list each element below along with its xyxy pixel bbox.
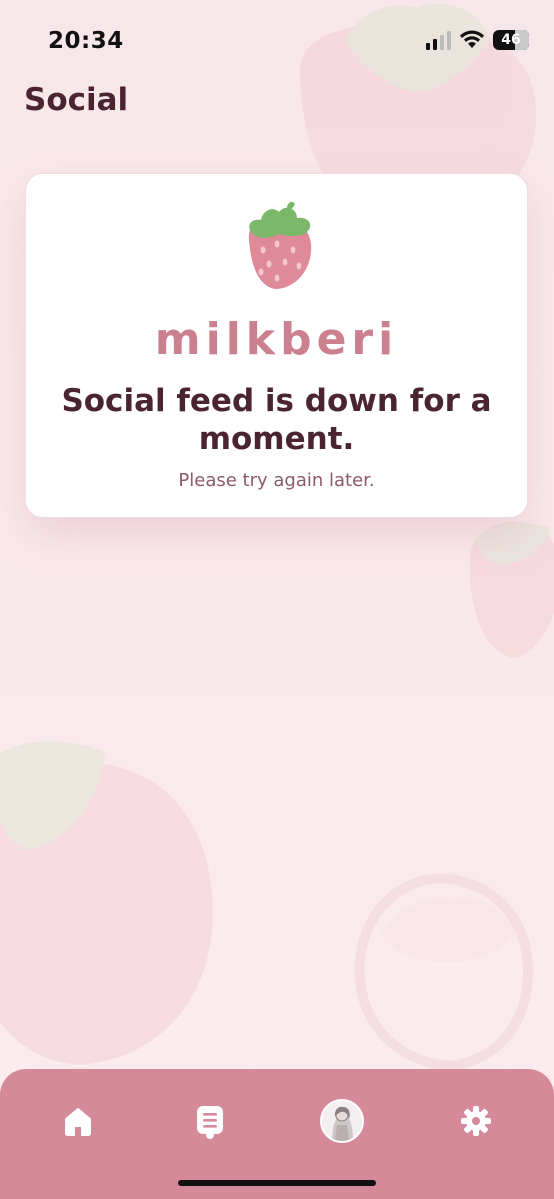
- battery-icon: 46: [493, 30, 529, 50]
- tab-settings[interactable]: [446, 1091, 506, 1151]
- gear-icon: [461, 1106, 491, 1136]
- avatar: [320, 1099, 364, 1143]
- error-subtitle: Please try again later.: [178, 470, 375, 491]
- battery-level: 46: [501, 32, 521, 48]
- tab-profile[interactable]: [312, 1091, 372, 1151]
- active-tab-indicator: [206, 1131, 214, 1139]
- brand-logo-text: milkberi: [154, 314, 399, 365]
- home-icon: [65, 1108, 91, 1136]
- bottom-tab-bar: [0, 1069, 554, 1199]
- strawberry-logo-icon: [248, 201, 312, 289]
- tab-home[interactable]: [48, 1091, 108, 1151]
- status-bar: 20:34 46: [0, 0, 554, 80]
- page-title: Social: [24, 82, 129, 118]
- status-time: 20:34: [48, 28, 124, 54]
- error-title: Social feed is down for a moment.: [61, 383, 492, 457]
- cellular-signal-icon: [426, 30, 451, 50]
- error-card: milkberi Social feed is down for a momen…: [25, 173, 528, 518]
- home-indicator[interactable]: [178, 1180, 376, 1186]
- wifi-icon: [460, 30, 484, 48]
- status-icons: 46: [426, 30, 529, 50]
- tab-feed[interactable]: [180, 1091, 240, 1151]
